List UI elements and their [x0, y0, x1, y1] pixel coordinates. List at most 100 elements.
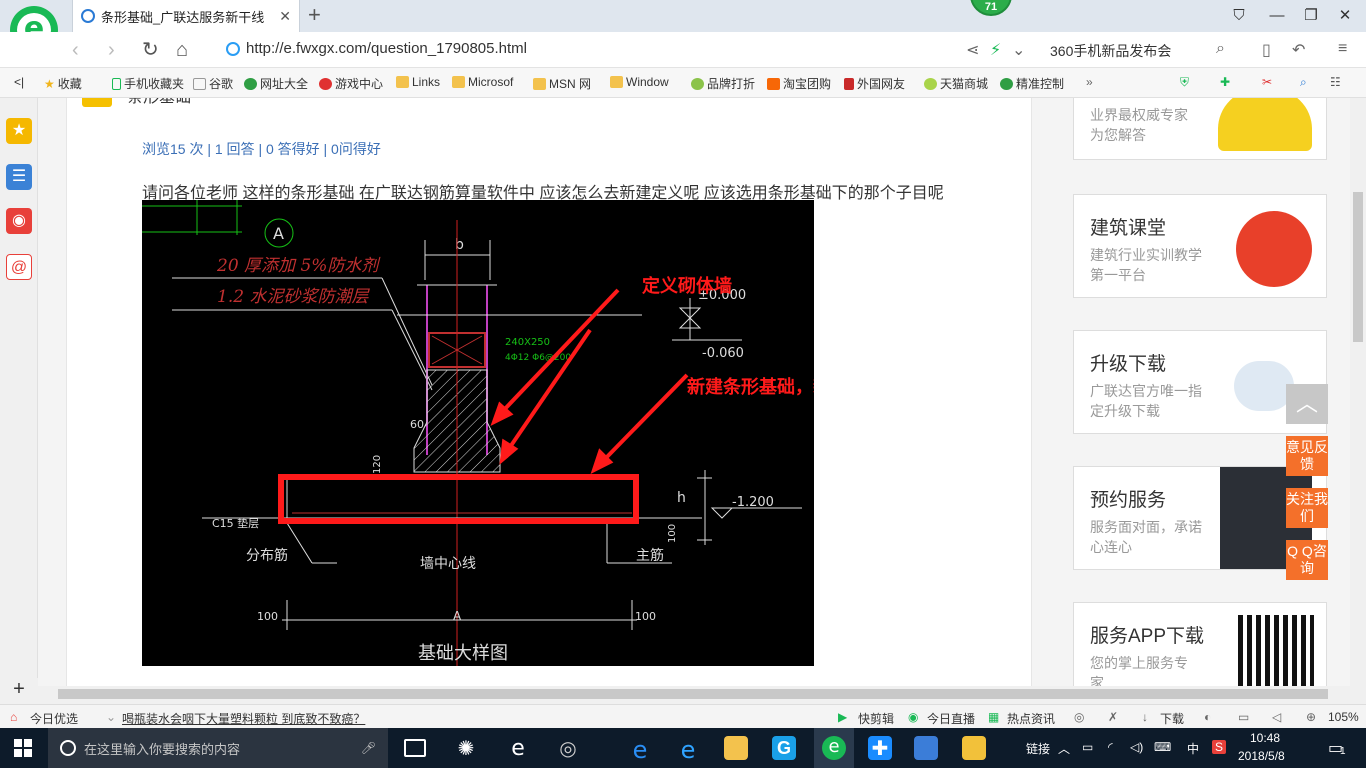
- windows-start-icon[interactable]: [14, 739, 32, 757]
- home-icon[interactable]: ⌂: [176, 38, 188, 62]
- menu-icon[interactable]: ≡: [1338, 40, 1347, 58]
- ime-indicator[interactable]: 中: [1187, 740, 1199, 757]
- notification-badge[interactable]: 71: [970, 0, 1012, 16]
- window-icon[interactable]: ▭: [1238, 710, 1249, 724]
- taskbar-search[interactable]: 在这里输入你要搜索的内容 🎤︎: [48, 728, 388, 768]
- today-pick-link[interactable]: 今日优选: [30, 710, 78, 727]
- bookmark-item[interactable]: 手机收藏夹: [112, 75, 184, 92]
- qq-consult-button[interactable]: Q Q咨询: [1286, 540, 1328, 580]
- volume-icon[interactable]: ◁): [1130, 740, 1143, 754]
- zoom-level[interactable]: 105%: [1328, 710, 1359, 724]
- aside-expert[interactable]: 业界最权威专家为您解答: [1073, 98, 1327, 160]
- add-icon[interactable]: +: [6, 676, 32, 702]
- microphone-icon[interactable]: 🎤︎: [361, 741, 376, 755]
- forward-icon[interactable]: ›: [108, 38, 115, 62]
- edge-icon[interactable]: e: [628, 736, 652, 764]
- glodon-app-icon[interactable]: G: [772, 736, 796, 760]
- bookmark-item[interactable]: ★ 收藏: [44, 75, 82, 92]
- chevron-down-icon[interactable]: ⌄: [1012, 40, 1025, 60]
- bookmark-item[interactable]: 品牌打折: [691, 75, 755, 92]
- aside-classroom[interactable]: 建筑课堂 建筑行业实训教学第一平台: [1073, 194, 1327, 298]
- pinwheel-icon[interactable]: ✺: [454, 736, 478, 760]
- tray-expand-icon[interactable]: ︿: [1058, 740, 1070, 757]
- bookmark-item[interactable]: 淘宝团购: [767, 75, 831, 92]
- feedback-button[interactable]: 意见反馈: [1286, 436, 1328, 476]
- hot-news-link[interactable]: 热点资讯: [1007, 710, 1055, 727]
- search-box[interactable]: 360手机新品发布会: [1050, 41, 1171, 61]
- restore-button[interactable]: ❐: [1296, 4, 1326, 28]
- mobile-icon[interactable]: ▯: [1262, 40, 1271, 60]
- new-tab-button[interactable]: +: [308, 4, 321, 26]
- url-field[interactable]: http://e.fwxgx.com/question_1790805.html: [226, 40, 527, 57]
- scroll-thumb[interactable]: [1353, 192, 1363, 342]
- folder-icon: [610, 76, 623, 88]
- plus-app-icon[interactable]: ✚: [868, 736, 892, 760]
- bookmark-item[interactable]: 游戏中心: [319, 75, 383, 92]
- bookmark-item[interactable]: Links: [396, 75, 440, 89]
- quick-cut-link[interactable]: 快剪辑: [858, 710, 894, 727]
- swirl-app-icon[interactable]: ◎: [556, 736, 580, 760]
- live-link[interactable]: 今日直播: [927, 710, 975, 727]
- bookmark-item[interactable]: 外国网友: [844, 75, 905, 92]
- clean-icon[interactable]: ◐: [1204, 710, 1211, 724]
- horizontal-scrollbar[interactable]: [38, 686, 1350, 702]
- speed-icon[interactable]: ⚡: [990, 40, 1001, 60]
- bookmark-item[interactable]: Window: [610, 75, 669, 89]
- bookmark-item[interactable]: 天猫商城: [924, 75, 988, 92]
- back-icon[interactable]: ‹: [72, 38, 79, 62]
- email-icon[interactable]: @: [6, 254, 32, 280]
- aside-app[interactable]: 服务APP下载 您的掌上服务专家: [1073, 602, 1327, 686]
- search-icon[interactable]: ⌕: [1216, 40, 1225, 58]
- edge-legacy-icon[interactable]: e: [506, 736, 530, 761]
- explorer-folder-icon[interactable]: [724, 736, 748, 760]
- share-icon[interactable]: ⋖: [966, 40, 979, 60]
- download-link[interactable]: 下载: [1160, 710, 1184, 727]
- close-tab-icon[interactable]: ✕: [279, 8, 291, 25]
- clock-date[interactable]: 2018/5/8: [1238, 749, 1285, 763]
- bookmark-item[interactable]: 谷歌: [193, 75, 233, 92]
- speed-test-icon[interactable]: ◎: [1074, 710, 1084, 724]
- scissors-icon[interactable]: ✂: [1262, 75, 1272, 89]
- sogou-icon[interactable]: S: [1212, 740, 1227, 754]
- bookmark-item[interactable]: 网址大全: [244, 75, 308, 92]
- reader-icon[interactable]: ☰: [6, 164, 32, 190]
- image-viewer-icon[interactable]: [914, 736, 938, 760]
- ie-icon[interactable]: e: [676, 736, 700, 764]
- search-tool-icon[interactable]: ⌕: [1300, 75, 1307, 90]
- cad-drawing-image[interactable]: A 20 厚添加 5%防水剂 1.2 水泥砂浆防潮层 b 240X250 4Φ1…: [142, 200, 814, 666]
- browser-360-icon[interactable]: e: [822, 736, 846, 760]
- news-ticker-link[interactable]: 喝瓶装水会咽下大量塑料颗粒 到底致不致癌？: [122, 710, 365, 727]
- aside-expert-subtitle: 业界最权威专家为您解答: [1090, 107, 1188, 143]
- minimize-button[interactable]: —: [1262, 4, 1292, 28]
- clock-time[interactable]: 10:48: [1250, 731, 1280, 745]
- site-favicon-icon: [81, 9, 95, 23]
- keyboard-icon[interactable]: ⌨: [1154, 740, 1171, 754]
- extension-icon[interactable]: ✚: [1220, 75, 1230, 89]
- tray-links[interactable]: 链接: [1026, 740, 1050, 757]
- refresh-icon[interactable]: ↻: [142, 38, 159, 62]
- undo-icon[interactable]: ↶: [1292, 40, 1305, 60]
- sound-icon[interactable]: ◁: [1272, 710, 1281, 724]
- favorites-star-icon[interactable]: ★: [6, 118, 32, 144]
- tools-icon[interactable]: ✗: [1108, 710, 1118, 724]
- wifi-icon[interactable]: ◜: [1108, 740, 1113, 754]
- tray-device-icon[interactable]: ▭: [1082, 740, 1093, 754]
- follow-button[interactable]: 关注我们: [1286, 488, 1328, 528]
- bookmark-item[interactable]: MSN 网: [533, 75, 591, 92]
- weibo-icon[interactable]: ◉: [6, 208, 32, 234]
- vertical-scrollbar[interactable]: [1350, 98, 1366, 686]
- bookmark-item[interactable]: 精准控制: [1000, 75, 1064, 92]
- shield-icon[interactable]: ⛨: [1180, 75, 1189, 90]
- shirt-icon[interactable]: ⛉: [1224, 4, 1254, 28]
- sidebar-toggle-icon[interactable]: <|: [14, 75, 24, 89]
- close-window-button[interactable]: ✕: [1330, 4, 1360, 28]
- menu-grid-icon[interactable]: ☷: [1330, 75, 1341, 89]
- bookmark-item[interactable]: Microsof: [452, 75, 513, 89]
- hscroll-thumb[interactable]: [58, 689, 1328, 699]
- more-bookmarks-icon[interactable]: »: [1086, 75, 1093, 89]
- task-view-icon[interactable]: [404, 739, 426, 757]
- back-to-top-icon[interactable]: ︿: [1286, 384, 1328, 424]
- notes-app-icon[interactable]: [962, 736, 986, 760]
- question-stats[interactable]: 浏览15 次 | 1 回答 | 0 答得好 | 0问得好: [142, 139, 381, 159]
- tab-active[interactable]: 条形基础_广联达服务新干线 ✕: [72, 0, 300, 32]
